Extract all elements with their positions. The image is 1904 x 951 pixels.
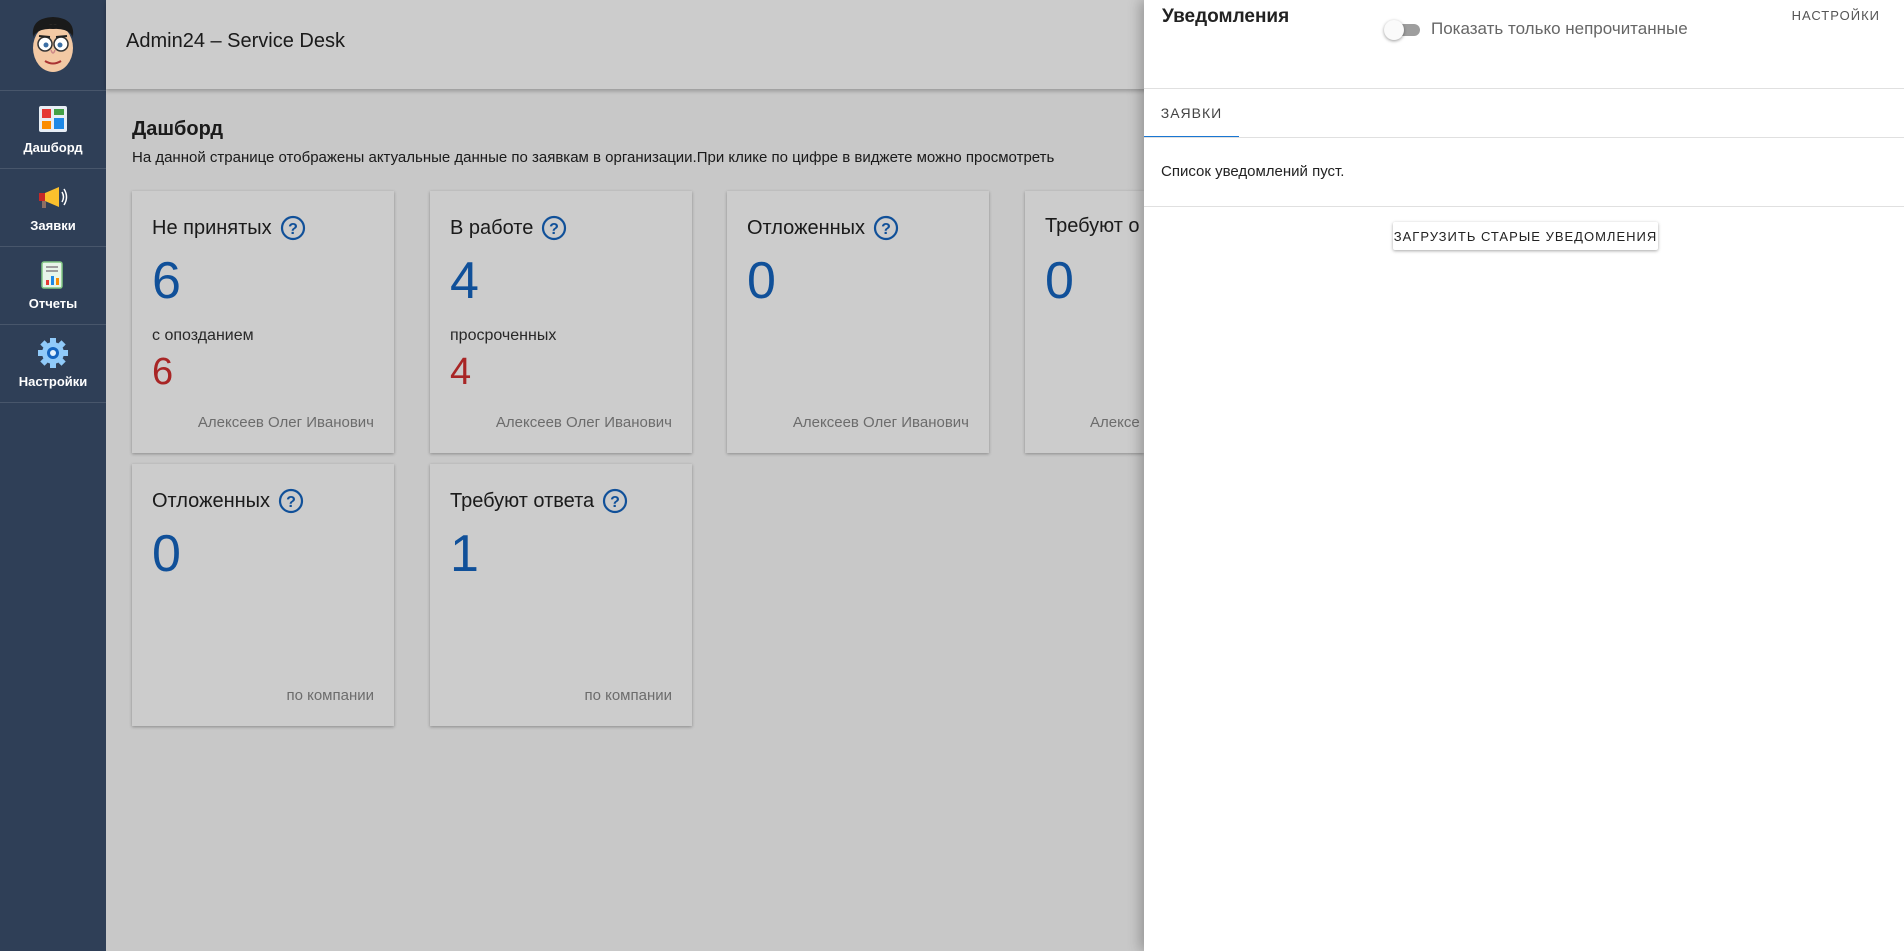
toggle-thumb <box>1384 20 1404 40</box>
settings-button[interactable]: НАСТРОЙКИ <box>1792 8 1880 23</box>
dashboard-icon <box>37 104 69 134</box>
sidebar-item-requests[interactable]: Заявки <box>0 169 106 247</box>
divider <box>1144 88 1904 89</box>
cartoon-face-icon <box>32 17 74 72</box>
divider <box>1144 206 1904 207</box>
sidebar-item-dashboard[interactable]: Дашборд <box>0 91 106 169</box>
unread-only-toggle[interactable] <box>1384 20 1422 40</box>
megaphone-icon <box>37 182 69 212</box>
report-icon <box>37 260 69 290</box>
empty-state-text: Список уведомлений пуст. <box>1161 163 1345 180</box>
sidebar: Дашборд Заявки Отчеты Настройки <box>0 0 106 951</box>
avatar[interactable] <box>0 0 106 91</box>
sidebar-item-reports[interactable]: Отчеты <box>0 247 106 325</box>
toggle-label: Показать только непрочитанные <box>1431 19 1688 38</box>
sidebar-item-settings[interactable]: Настройки <box>0 325 106 403</box>
tab-requests[interactable]: ЗАЯВКИ <box>1144 90 1239 138</box>
sidebar-item-label: Отчеты <box>28 296 78 311</box>
sidebar-item-label: Дашборд <box>23 140 83 155</box>
load-old-notifications-button[interactable]: ЗАГРУЗИТЬ СТАРЫЕ УВЕДОМЛЕНИЯ <box>1393 222 1658 250</box>
divider <box>1144 137 1904 138</box>
panel-title: Уведомления <box>1162 6 1290 27</box>
sidebar-item-label: Настройки <box>18 374 88 389</box>
notifications-panel: Уведомления Показать только непрочитанны… <box>1144 0 1904 951</box>
sidebar-item-label: Заявки <box>30 218 76 233</box>
gear-icon <box>37 338 69 368</box>
backdrop-overlay[interactable] <box>106 0 1144 951</box>
